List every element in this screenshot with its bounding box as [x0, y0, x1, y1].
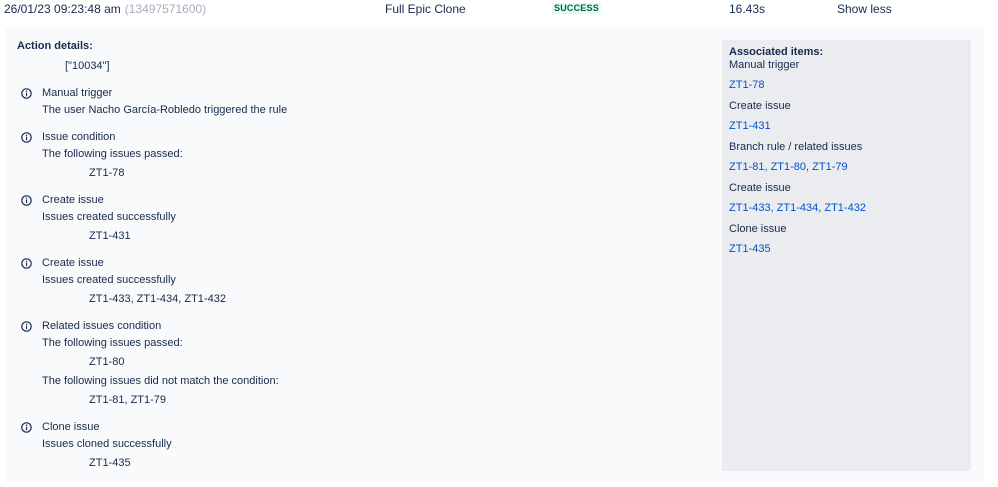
info-icon	[21, 422, 32, 433]
event-title: Manual trigger	[42, 87, 113, 99]
associated-items-title: Associated items:	[729, 46, 824, 58]
associated-group-label: Create issue	[729, 100, 791, 112]
associated-group-label: Clone issue	[729, 223, 787, 235]
associated-issue-link[interactable]: ZT1-431	[729, 120, 771, 133]
event-issue-keys: ZT1-431	[89, 230, 131, 242]
status-badge: SUCCESS	[552, 3, 601, 14]
event-line: The following issues did not match the c…	[42, 375, 279, 387]
associated-issue-link[interactable]: ZT1-435	[729, 243, 771, 256]
info-icon	[21, 258, 32, 269]
action-details-value: ["10034"]	[65, 60, 110, 72]
event-line: The user Nacho García-Robledo triggered …	[42, 104, 288, 116]
event-issue-keys: ZT1-78	[89, 167, 125, 179]
associated-group-label: Manual trigger	[729, 59, 800, 71]
show-less-link[interactable]: Show less	[837, 2, 892, 16]
event-title: Create issue	[42, 257, 104, 269]
event-title: Issue condition	[42, 131, 116, 143]
event-issue-keys: ZT1-80	[89, 356, 125, 368]
event-line: Issues cloned successfully	[42, 438, 172, 450]
event-line: The following issues passed:	[42, 148, 183, 160]
associated-issue-link[interactable]: ZT1-81, ZT1-80, ZT1-79	[729, 161, 848, 174]
audit-timestamp: 26/01/23 09:23:48 am (13497571600)	[4, 2, 206, 16]
associated-group-label: Create issue	[729, 182, 791, 194]
event-line: Issues created successfully	[42, 211, 176, 223]
event-title: Related issues condition	[42, 320, 162, 332]
duration: 16.43s	[729, 2, 766, 16]
event-issue-keys: ZT1-81, ZT1-79	[89, 394, 167, 406]
associated-issue-link[interactable]: ZT1-78	[729, 79, 764, 92]
event-line: Issues created successfully	[42, 274, 176, 286]
audit-id: (13497571600)	[124, 2, 207, 16]
associated-group-label: Branch rule / related issues	[729, 141, 863, 153]
info-icon	[21, 88, 32, 99]
action-details-title: Action details:	[17, 40, 93, 52]
info-icon	[21, 321, 32, 332]
event-line: The following issues passed:	[42, 337, 183, 349]
event-issue-keys: ZT1-435	[89, 457, 131, 469]
info-icon	[21, 195, 32, 206]
audit-log-row[interactable]: 26/01/23 09:23:48 am (13497571600) Full E…	[0, 0, 998, 20]
event-title: Clone issue	[42, 421, 100, 433]
details-panel: Action details: ["10034"] Manual trigger…	[5, 27, 984, 483]
event-title: Create issue	[42, 194, 104, 206]
associated-items-panel: Associated items: Manual trigger ZT1-78 …	[722, 40, 971, 471]
event-issue-keys: ZT1-433, ZT1-434, ZT1-432	[89, 293, 226, 305]
info-icon	[21, 132, 32, 143]
timestamp-text: 26/01/23 09:23:48 am	[4, 2, 121, 16]
associated-issue-link[interactable]: ZT1-433, ZT1-434, ZT1-432	[729, 202, 866, 215]
rule-name: Full Epic Clone	[385, 2, 466, 16]
